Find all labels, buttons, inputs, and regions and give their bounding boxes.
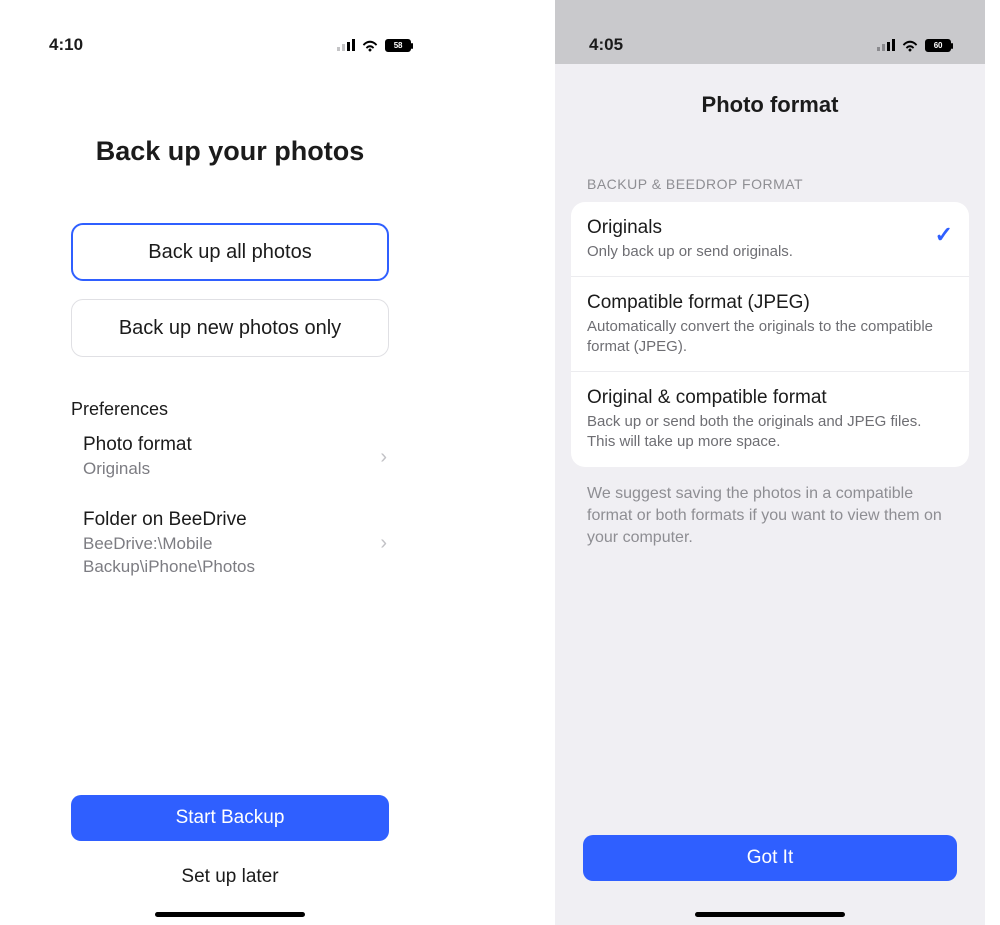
wifi-icon (361, 39, 379, 52)
option-subtitle: Automatically convert the originals to t… (587, 317, 953, 358)
pref-folder-on-beedrive[interactable]: Folder on BeeDrive BeeDrive:\Mobile Back… (71, 495, 389, 593)
status-time: 4:10 (49, 35, 83, 55)
status-bar: 4:10 58 (15, 0, 445, 64)
option-subtitle: Only back up or send originals. (587, 242, 793, 262)
wifi-icon (901, 39, 919, 52)
format-options-list: Originals Only back up or send originals… (571, 202, 969, 467)
sheet-title: Photo format (571, 92, 969, 118)
format-option-original-and-compatible[interactable]: Original & compatible format Back up or … (571, 372, 969, 466)
set-up-later-button[interactable]: Set up later (71, 857, 389, 897)
pref-row-title: Photo format (83, 434, 192, 456)
screen-backup-setup: 4:10 58 Back up your photos Back up all … (15, 0, 445, 925)
format-option-compatible-jpeg[interactable]: Compatible format (JPEG) Automatically c… (571, 277, 969, 372)
screen-photo-format: 4:05 60 Photo format BACKUP & BEEDROP FO… (555, 0, 985, 925)
battery-icon: 60 (925, 39, 951, 52)
cellular-icon (337, 39, 355, 51)
pref-row-value: Originals (83, 458, 192, 481)
cellular-icon (877, 39, 895, 51)
chevron-right-icon: › (380, 532, 387, 555)
chevron-right-icon: › (380, 446, 387, 469)
pref-photo-format[interactable]: Photo format Originals › (71, 420, 389, 495)
home-indicator (155, 912, 305, 917)
option-title: Original & compatible format (587, 386, 953, 410)
option-title: Compatible format (JPEG) (587, 291, 953, 315)
option-title: Originals (587, 216, 793, 240)
backup-new-only-option[interactable]: Back up new photos only (71, 299, 389, 357)
pref-row-value: BeeDrive:\Mobile Backup\iPhone\Photos (83, 533, 343, 579)
status-time: 4:05 (589, 35, 623, 55)
format-hint-text: We suggest saving the photos in a compat… (587, 483, 953, 550)
pref-row-title: Folder on BeeDrive (83, 509, 343, 531)
start-backup-button[interactable]: Start Backup (71, 795, 389, 841)
page-title: Back up your photos (71, 136, 389, 167)
section-heading: BACKUP & BEEDROP FORMAT (587, 176, 969, 192)
battery-icon: 58 (385, 39, 411, 52)
photo-format-sheet: Photo format BACKUP & BEEDROP FORMAT Ori… (555, 70, 985, 925)
home-indicator (695, 912, 845, 917)
format-option-originals[interactable]: Originals Only back up or send originals… (571, 202, 969, 277)
got-it-button[interactable]: Got It (583, 835, 957, 881)
status-bar: 4:05 60 (555, 0, 985, 64)
option-subtitle: Back up or send both the originals and J… (587, 412, 953, 453)
backup-all-option[interactable]: Back up all photos (71, 223, 389, 281)
checkmark-icon: ✓ (935, 222, 953, 248)
preferences-heading: Preferences (71, 399, 389, 420)
